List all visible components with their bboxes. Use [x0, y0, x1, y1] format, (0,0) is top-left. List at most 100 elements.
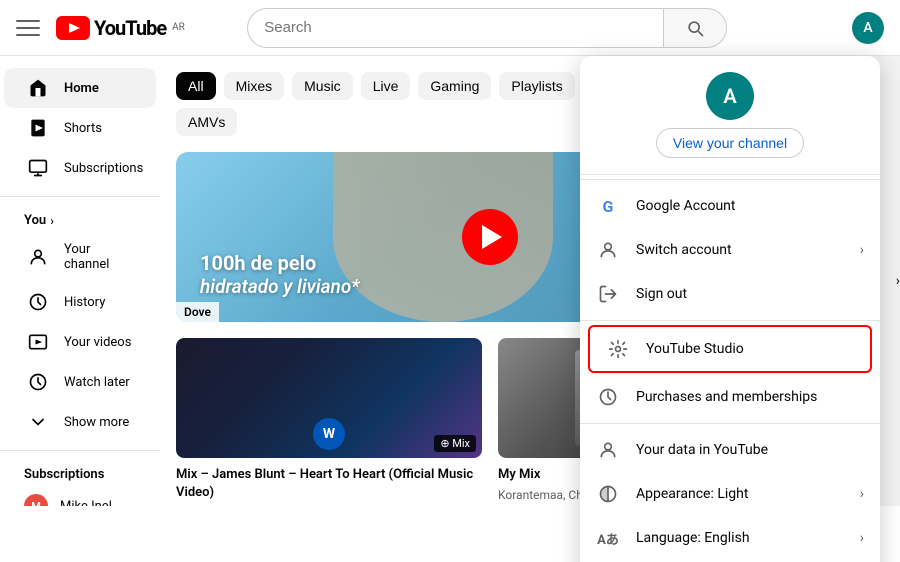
right-arrow[interactable]: › — [896, 273, 900, 289]
filter-gaming[interactable]: Gaming — [418, 72, 491, 100]
filter-amvs[interactable]: AMVs — [176, 108, 237, 136]
video-title-1: Mix – James Blunt – Heart To Heart (Offi… — [176, 466, 482, 502]
sidebar-item-watch-later[interactable]: Watch later — [4, 362, 156, 402]
featured-line1: 100h de pelo — [200, 251, 360, 275]
home-icon — [28, 78, 48, 98]
sidebar-item-your-videos[interactable]: Your videos — [4, 322, 156, 362]
sidebar-item-shorts[interactable]: Shorts — [4, 108, 156, 148]
dropdown-item-youtube-studio[interactable]: YouTube Studio — [588, 325, 872, 373]
play-triangle — [482, 225, 502, 249]
sidebar-item-watch-later-label: Watch later — [64, 375, 130, 390]
dropdown-header: A View your channel — [580, 56, 880, 175]
filter-live[interactable]: Live — [361, 72, 411, 100]
sidebar-item-show-more-label: Show more — [64, 415, 129, 430]
dropdown-item-sign-out[interactable]: Sign out — [580, 272, 880, 316]
sidebar-item-your-channel-label: Your channel — [64, 242, 132, 272]
filter-mixes[interactable]: Mixes — [224, 72, 285, 100]
sidebar-item-home[interactable]: Home — [4, 68, 156, 108]
thumb-bg-1: W ⊕ Mix — [176, 338, 482, 458]
dropdown-item-appearance-label: Appearance: Light — [636, 486, 844, 502]
youtube-studio-icon — [606, 337, 630, 361]
dropdown-item-google-account[interactable]: G Google Account — [580, 184, 880, 228]
appearance-icon — [596, 482, 620, 506]
sidebar-item-history[interactable]: History — [4, 282, 156, 322]
dropdown-divider-1 — [580, 179, 880, 180]
play-button — [462, 209, 518, 265]
person-silhouette — [333, 152, 553, 322]
youtube-logo-icon — [56, 16, 90, 40]
sidebar-item-subscriptions[interactable]: Subscriptions — [4, 148, 156, 188]
header-left: YouTube AR — [16, 16, 185, 40]
filter-all[interactable]: All — [176, 72, 216, 100]
search-button[interactable] — [663, 8, 727, 48]
switch-account-icon — [596, 238, 620, 262]
your-videos-icon — [28, 332, 48, 352]
video-info-1: Mix – James Blunt – Heart To Heart (Offi… — [176, 458, 482, 506]
featured-line2: hidratado y liviano* — [200, 275, 360, 298]
you-section-label: You — [24, 213, 46, 228]
dropdown-divider-2 — [580, 320, 880, 321]
switch-account-arrow: › — [860, 242, 864, 258]
user-avatar[interactable]: A — [852, 12, 884, 44]
you-section[interactable]: You › — [0, 205, 160, 232]
history-icon — [28, 292, 48, 312]
header-right: A — [852, 12, 884, 44]
logo[interactable]: YouTube AR — [56, 16, 185, 40]
dropdown-item-sign-out-label: Sign out — [636, 286, 864, 302]
you-chevron-icon: › — [50, 214, 54, 228]
google-account-icon: G — [596, 194, 620, 218]
your-data-icon — [596, 438, 620, 462]
dropdown-avatar: A — [706, 72, 754, 120]
filter-music[interactable]: Music — [292, 72, 353, 100]
logo-badge: AR — [172, 22, 185, 33]
dropdown-item-your-data[interactable]: Your data in YouTube — [580, 428, 880, 472]
sidebar-divider-2 — [0, 450, 160, 451]
search-icon — [685, 18, 705, 38]
dropdown-divider-3 — [580, 423, 880, 424]
search-input[interactable] — [247, 8, 663, 48]
dropdown-item-your-data-label: Your data in YouTube — [636, 442, 864, 458]
dropdown-item-purchases-label: Purchases and memberships — [636, 389, 864, 405]
show-more-icon — [28, 412, 48, 432]
dropdown-item-youtube-studio-label: YouTube Studio — [646, 341, 854, 357]
sub-avatar-mike-inel: M — [24, 494, 48, 506]
view-channel-button[interactable]: View your channel — [656, 128, 804, 158]
purchases-icon — [596, 385, 620, 409]
logo-text: YouTube — [94, 16, 166, 40]
sidebar-item-shorts-label: Shorts — [64, 121, 102, 136]
mix-icon-1: ⊕ Mix — [440, 437, 470, 450]
dropdown-item-switch-account[interactable]: Switch account › — [580, 228, 880, 272]
sidebar-item-your-videos-label: Your videos — [64, 335, 131, 350]
video-card-1[interactable]: W ⊕ Mix Mix – James Blunt – Heart To Hea… — [176, 338, 482, 506]
filter-playlists[interactable]: Playlists — [499, 72, 574, 100]
search-container — [247, 8, 727, 48]
dropdown-item-purchases[interactable]: Purchases and memberships — [580, 375, 880, 419]
mix-badge-1: ⊕ Mix — [434, 435, 476, 452]
sidebar-divider-1 — [0, 196, 160, 197]
appearance-arrow: › — [860, 486, 864, 502]
sub-item-mike-inel[interactable]: M Mike Inel — [0, 486, 160, 506]
sidebar-item-show-more[interactable]: Show more — [4, 402, 156, 442]
subscriptions-section-label: Subscriptions — [24, 467, 104, 482]
sign-out-icon — [596, 282, 620, 306]
hamburger-menu[interactable] — [16, 16, 40, 40]
subscriptions-icon — [28, 158, 48, 178]
featured-video-text: 100h de pelo hidratado y liviano* — [200, 251, 360, 298]
subscriptions-section: Subscriptions — [0, 459, 160, 486]
dropdown-item-google-account-label: Google Account — [636, 198, 864, 214]
brand-badge: Dove — [176, 302, 219, 322]
sidebar-item-history-label: History — [64, 295, 105, 310]
sidebar-item-subscriptions-label: Subscriptions — [64, 161, 143, 176]
dropdown-item-switch-account-label: Switch account — [636, 242, 844, 258]
video-thumb-1: W ⊕ Mix — [176, 338, 482, 458]
sidebar-item-your-channel[interactable]: Your channel — [4, 232, 156, 282]
header: YouTube AR A — [0, 0, 900, 56]
channel-w-logo: W — [313, 418, 345, 450]
sidebar: Home Shorts Subscriptions You › Your cha… — [0, 56, 160, 506]
shorts-icon — [28, 118, 48, 138]
dropdown-menu: A View your channel G Google Account Swi… — [580, 56, 880, 562]
sidebar-item-home-label: Home — [64, 81, 99, 96]
watch-later-icon — [28, 372, 48, 392]
sub-label-mike-inel: Mike Inel — [60, 499, 112, 507]
your-channel-icon — [28, 247, 48, 267]
